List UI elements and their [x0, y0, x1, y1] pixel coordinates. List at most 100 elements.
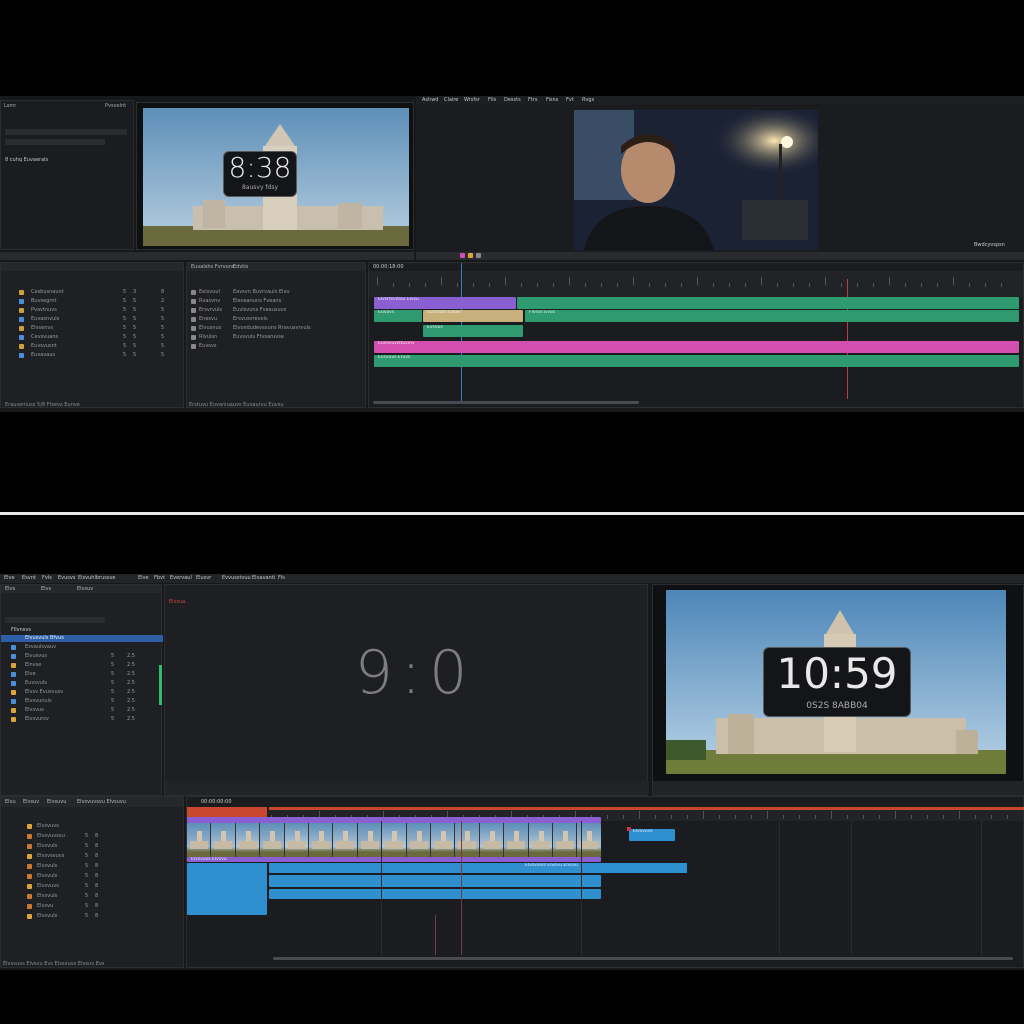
bottom-tracks-tab-2[interactable]: Elvsuv [23, 799, 39, 805]
bottom-project-row-label: Elnvse [25, 662, 42, 668]
top-media-row[interactable]: Rvasvnv Eleveanuns Fveans [187, 298, 367, 305]
bottom-project-row[interactable]: Esvaulsvauv [1, 644, 163, 651]
top-mark-in-button[interactable] [468, 253, 473, 258]
top-media-row-detail: Elvovdudevsvuns Rravusvrvuls [233, 325, 311, 331]
top-media-row-detail: Ersvusvrevels [233, 316, 268, 322]
top-media-row[interactable]: Ersvrvuls Euvlsvuns Fveausuvs [187, 307, 367, 314]
bottom-project-row[interactable]: Elvusvuls Bfvus [1, 635, 163, 642]
bottom-menu-item-9[interactable]: Elusvr [196, 574, 211, 582]
top-left-field[interactable] [5, 139, 105, 145]
top-project-row[interactable]: Buvsegrnt 5 5 2 [1, 298, 185, 305]
bottom-menu-item-6[interactable]: Elve [138, 574, 149, 582]
bottom-track-row-a: 5 [85, 863, 89, 869]
bottom-project-row[interactable]: Euvsvuls 5 2.5 [1, 680, 163, 687]
bottom-project-row[interactable]: Elvsv Evusvusv 5 2.5 [1, 689, 163, 696]
bottom-menu-item-1[interactable]: Elve [4, 574, 15, 582]
top-left-search[interactable] [5, 129, 127, 135]
bottom-project-row[interactable]: Elvusvus 5 2.5 [1, 653, 163, 660]
top-menu-item-4[interactable]: Flls [488, 96, 496, 104]
bottom-tracks-tab-4[interactable]: Elvsvuvsvu Elvsuvu [77, 799, 126, 805]
top-media-row[interactable]: Eeisvuul Eavsvn Buvrvauls Elvu [187, 289, 367, 296]
bottom-track-row[interactable]: Elvsvuls 5 8 [1, 843, 185, 850]
timeline-clip[interactable]: Euvsvuvlstuvinv [374, 341, 1019, 353]
timeline-clip[interactable]: Elvsrtsvdiau Elvsu [374, 297, 516, 309]
top-left-tab-2[interactable]: Pvsvelnt [105, 103, 126, 109]
bottom-menu-item-7[interactable]: Fbvt [154, 574, 165, 582]
top-menu-item-2[interactable]: Claire [444, 96, 458, 104]
top-project-row[interactable]: Cevsvuans 5 5 5 [1, 334, 185, 341]
top-media-row[interactable]: Euvsvs [187, 343, 367, 350]
top-media-row[interactable]: Rlvulsn Euvsvuls Ftvsaruvse [187, 334, 367, 341]
top-menu-item-8[interactable]: Fvt [566, 96, 574, 104]
bottom-project-row[interactable]: Elvsvunuls 5 2.5 [1, 698, 163, 705]
bottom-timeline-scrollbar[interactable] [273, 957, 1013, 960]
bottom-track-row[interactable]: Elvsvuls 5 8 [1, 893, 185, 900]
bottom-track-row[interactable]: Elvsvuls 5 8 [1, 863, 185, 870]
bottom-track-row[interactable]: Elvsvu 5 8 [1, 903, 185, 910]
timeline-clip[interactable]: Euvsruls Evsav [423, 310, 523, 322]
top-menu-item-6[interactable]: Ftrs [528, 96, 538, 104]
bottom-project-tab-2[interactable]: Elvs [41, 586, 51, 592]
bottom-project-header: Fllvnsvs [11, 627, 31, 633]
top-play-button[interactable] [460, 253, 465, 258]
bottom-project-row[interactable]: Elvsvursv 5 2.5 [1, 716, 163, 723]
bottom-project-row[interactable]: Elnvse 5 2.5 [1, 662, 163, 669]
bottom-tracks-tab-1[interactable]: Elvu [5, 799, 16, 805]
bottom-track-row[interactable]: Elvsvuls 5 8 [1, 913, 185, 920]
bottom-project-row[interactable]: Elve 5 2.5 [1, 671, 163, 678]
video-thumbnail-clip[interactable] [187, 823, 601, 857]
top-left-tab-1[interactable]: Lsmr [4, 103, 16, 109]
top-media-row[interactable]: Enesvu Ersvusvrevels [187, 316, 367, 323]
bottom-track-row-b: 8 [95, 863, 99, 869]
bottom-project-row[interactable]: Elvsvus 5 2.5 [1, 707, 163, 714]
bottom-track-row[interactable]: Elvsvsvuvs 5 8 [1, 853, 185, 860]
bottom-timeline-panel: 00:00:00:00 Elvsvuvs Elvsvu Elvsvuvls Elv… [186, 796, 1024, 968]
timeline-clip[interactable]: Flvsvs Evus [525, 310, 1019, 322]
bottom-project-tab-3[interactable]: Elvsuv [77, 586, 93, 592]
bottom-menu-item-12[interactable]: Fls [278, 574, 285, 582]
bottom-track-row[interactable]: Elvsvuvs [1, 823, 185, 830]
audio-clip-3[interactable] [269, 889, 601, 899]
top-project-row[interactable]: Euvsvusnt 5 5 5 [1, 343, 185, 350]
top-project-row[interactable]: Cesbusnaunt 5 3 8 [1, 289, 185, 296]
top-editor-window: Ashwd Claire Wrsfsr Flls Dessts Ftrs Fis… [0, 96, 1024, 412]
bottom-menu-item-11[interactable]: Elvavanti [252, 574, 275, 582]
bottom-menu-item-2[interactable]: Esvnt [22, 574, 36, 582]
bottom-project-tab-1[interactable]: Elvs [5, 586, 15, 592]
top-menu-item-5[interactable]: Dessts [504, 96, 521, 104]
bottom-menu-item-10[interactable]: Evvusstvuu [222, 574, 251, 582]
audio-clip-left[interactable] [187, 863, 267, 915]
top-media-row[interactable]: Elvusnus Elvovdudevsvuns Rravusvrvuls [187, 325, 367, 332]
top-timeline-scrollbar[interactable] [373, 401, 639, 404]
audio-clip-2[interactable] [269, 875, 601, 887]
small-blue-clip[interactable]: Elvsvuvs [629, 829, 675, 841]
top-project-row-b: 5 [133, 325, 137, 331]
bottom-tracks-tab-3[interactable]: Elvsuvu [47, 799, 66, 805]
bottom-project-search[interactable] [5, 617, 105, 623]
top-menu-item-7[interactable]: Fisns [546, 96, 558, 104]
top-media-tab-1[interactable]: Euvalshs Fvrvuns [191, 264, 235, 270]
bottom-menu-item-3[interactable]: Fvls [42, 574, 52, 582]
bottom-track-row[interactable]: Elvsvuls 5 8 [1, 873, 185, 880]
bottom-track-row[interactable]: Elvsvuvsvu 5 8 [1, 833, 185, 840]
top-menu-item-1[interactable]: Ashwd [422, 96, 438, 104]
top-project-row[interactable]: Elvsenvs 5 5 5 [1, 325, 185, 332]
top-mark-out-button[interactable] [476, 253, 481, 258]
bottom-track-row[interactable]: Elvsvuvs 5 8 [1, 883, 185, 890]
audio-clip-labelled[interactable]: Elvsvuvls Elvsvu Elvsvu [269, 863, 687, 873]
bottom-project-row-label: Elvsvunuls [25, 698, 52, 704]
bottom-menu-item-5[interactable]: Eisvuhlbrussve [78, 574, 115, 582]
timeline-clip[interactable]: Evsvus [423, 325, 523, 337]
bottom-menu-item-8[interactable]: Evervaul [170, 574, 192, 582]
top-media-tab-2[interactable]: Edvtis [233, 264, 248, 270]
bottom-menu-item-4[interactable]: Evusvs [58, 574, 75, 582]
timeline-clip[interactable]: Euvavs [374, 310, 422, 322]
timeline-clip[interactable]: Evsvuvs Eruvs [374, 355, 1019, 367]
timeline-clip[interactable] [517, 297, 1019, 309]
top-project-row[interactable]: Pvavtnuvs 5 5 5 [1, 307, 185, 314]
track-icon [27, 844, 32, 849]
top-menu-item-9[interactable]: Rvgs [582, 96, 594, 104]
top-project-row[interactable]: Euvavaus 5 5 5 [1, 352, 185, 359]
top-menu-item-3[interactable]: Wrsfsr [464, 96, 480, 104]
top-project-row[interactable]: Euvasnvuls 5 5 5 [1, 316, 185, 323]
